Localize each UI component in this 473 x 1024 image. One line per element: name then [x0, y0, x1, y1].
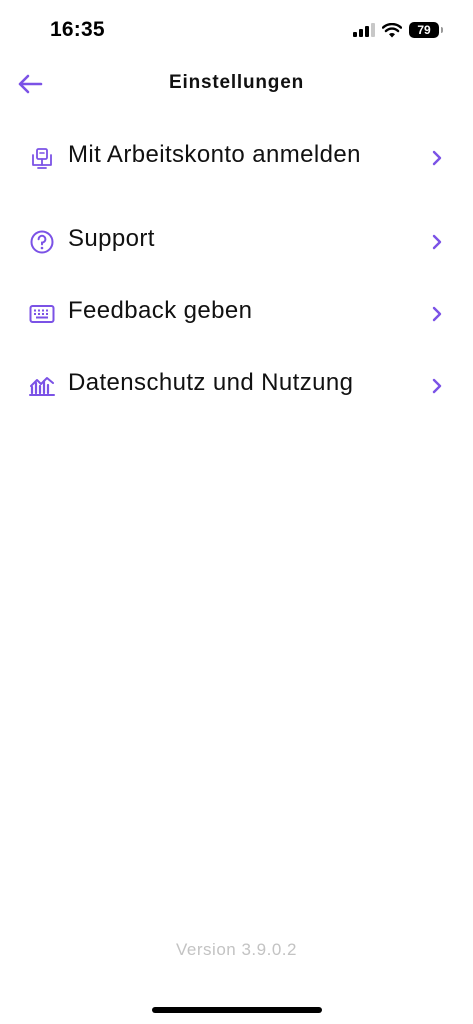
app-version: Version 3.9.0.2	[176, 940, 297, 959]
page-title: Einstellungen	[169, 72, 304, 93]
status-icons: 79	[353, 22, 443, 38]
battery-icon: 79	[409, 22, 443, 38]
menu-item-label: Support	[68, 225, 155, 252]
analytics-chart-icon	[28, 372, 56, 400]
menu-item-label: Datenschutz und Nutzung	[68, 369, 354, 396]
work-account-icon	[28, 144, 56, 172]
menu-item-label: Feedback geben	[68, 297, 253, 324]
chevron-right-icon	[427, 372, 447, 400]
menu-item-privacy[interactable]: Datenschutz und Nutzung	[0, 366, 473, 438]
navigation-bar: Einstellungen	[0, 60, 473, 110]
keyboard-icon	[28, 300, 56, 328]
chevron-right-icon	[427, 228, 447, 256]
status-time: 16:35	[50, 18, 105, 41]
status-bar: 16:35 79	[0, 0, 473, 64]
cellular-signal-icon	[353, 23, 375, 37]
wifi-icon	[382, 22, 402, 37]
menu-item-feedback[interactable]: Feedback geben	[0, 294, 473, 366]
menu-item-label: Mit Arbeitskonto anmelden	[68, 141, 361, 168]
chevron-right-icon	[427, 144, 447, 172]
question-circle-icon	[28, 228, 56, 256]
menu-item-support[interactable]: Support	[0, 222, 473, 294]
menu-item-work-account[interactable]: Mit Arbeitskonto anmelden	[0, 138, 473, 222]
battery-level: 79	[417, 23, 431, 37]
chevron-right-icon	[427, 300, 447, 328]
settings-menu: Mit Arbeitskonto anmelden Support Feedba…	[0, 138, 473, 438]
home-indicator[interactable]	[152, 1007, 322, 1013]
